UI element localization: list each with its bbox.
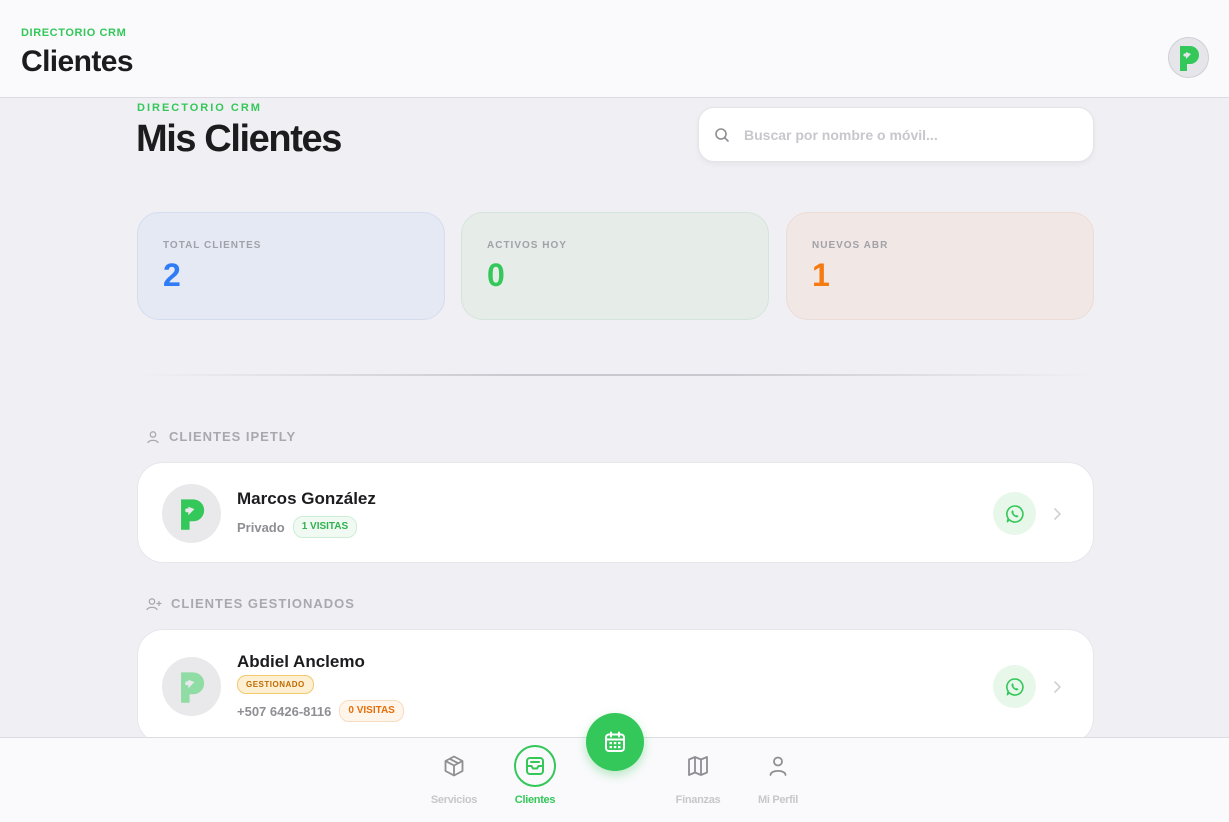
page-title: Mis Clientes: [136, 118, 342, 160]
client-name: Marcos González: [237, 489, 376, 508]
visits-badge: 1 VISITAS: [292, 516, 358, 538]
page-eyebrow: DIRECTORIO CRM: [137, 102, 262, 114]
nav-servicios[interactable]: Servicios: [414, 738, 494, 806]
section-header-ipetly: CLIENTES IPETLY: [146, 429, 296, 444]
stat-label: NUEVOS ABR: [812, 240, 889, 251]
nav-clientes[interactable]: Clientes: [495, 738, 575, 806]
nav-label: Mi Perfil: [757, 794, 799, 806]
stat-value: 1: [812, 257, 830, 293]
calendar-fab-button[interactable]: [586, 713, 644, 771]
user-icon: [769, 756, 787, 776]
nav-label: Clientes: [514, 794, 556, 806]
managed-tag: GESTIONADO: [237, 675, 314, 694]
client-subtitle: Privado: [237, 519, 285, 535]
user-plus-icon: [146, 597, 162, 610]
brand-logo-icon: [180, 498, 204, 530]
brand-logo-icon: [180, 671, 204, 703]
header-eyebrow: DIRECTORIO CRM: [21, 27, 127, 39]
nav-finanzas[interactable]: Finanzas: [658, 738, 738, 806]
inbox-icon: [526, 757, 544, 775]
calendar-icon: [605, 731, 625, 752]
stat-value: 2: [163, 257, 181, 293]
whatsapp-icon: [1005, 504, 1024, 523]
header-title: Clientes: [21, 45, 134, 78]
client-card[interactable]: Marcos González Privado 1 VISITAS: [137, 462, 1094, 563]
whatsapp-icon: [1005, 677, 1024, 696]
divider: [137, 374, 1094, 376]
stat-card-total: TOTAL CLIENTES 2: [137, 212, 445, 320]
stat-label: TOTAL CLIENTES: [163, 240, 262, 251]
client-avatar: [162, 657, 221, 716]
nav-label: Finanzas: [675, 794, 721, 806]
client-name: Abdiel Anclemo: [237, 652, 365, 671]
whatsapp-button[interactable]: [993, 665, 1036, 708]
search-box[interactable]: [698, 107, 1094, 162]
stat-label: ACTIVOS HOY: [487, 240, 567, 251]
nav-mi-perfil[interactable]: Mi Perfil: [738, 738, 818, 806]
section-header-gestionados: CLIENTES GESTIONADOS: [146, 596, 355, 611]
map-icon: [688, 756, 708, 776]
stat-card-active: ACTIVOS HOY 0: [461, 212, 769, 320]
search-icon: [715, 127, 729, 142]
whatsapp-button[interactable]: [993, 492, 1036, 535]
chevron-right-icon[interactable]: [1052, 679, 1062, 695]
brand-logo-icon: [1179, 45, 1199, 71]
user-icon: [147, 430, 159, 443]
section-title: CLIENTES GESTIONADOS: [171, 596, 355, 611]
box-icon: [444, 755, 464, 777]
visits-badge: 0 VISITAS: [339, 700, 404, 722]
nav-label: Servicios: [430, 794, 478, 806]
profile-avatar[interactable]: [1168, 37, 1209, 78]
top-header: DIRECTORIO CRM Clientes: [0, 0, 1229, 98]
search-input[interactable]: [744, 126, 1064, 143]
section-title: CLIENTES IPETLY: [169, 429, 297, 444]
stat-card-new: NUEVOS ABR 1: [786, 212, 1094, 320]
client-avatar: [162, 484, 221, 543]
stat-value: 0: [487, 257, 505, 293]
client-meta: Privado 1 VISITAS: [237, 516, 358, 538]
client-phone: +507 6426-8116: [237, 703, 332, 719]
client-meta: +507 6426-8116 0 VISITAS: [237, 700, 404, 722]
chevron-right-icon[interactable]: [1052, 506, 1062, 522]
